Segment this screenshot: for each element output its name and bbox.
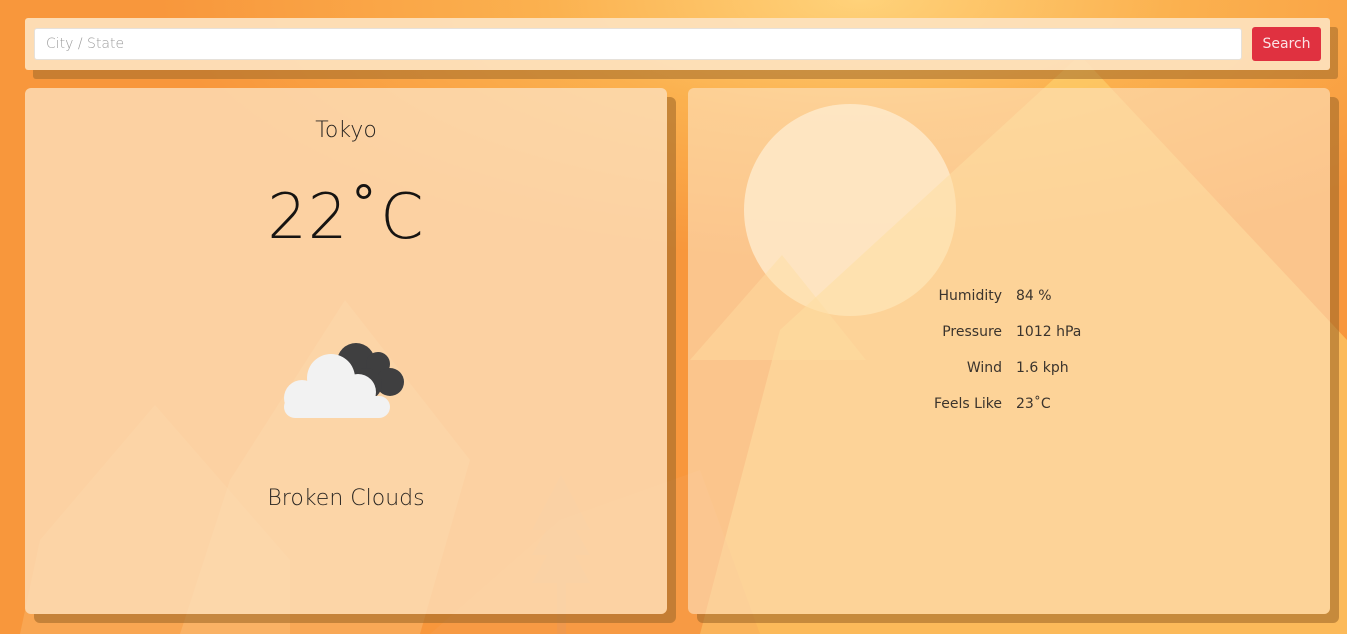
broken-clouds-icon [284, 343, 404, 418]
stat-value: 23˚C [1016, 396, 1051, 412]
stat-label: Wind [966, 360, 1002, 376]
weather-condition: Broken Clouds [267, 486, 425, 511]
city-name: Tokyo [315, 118, 377, 143]
stat-label: Feels Like [933, 396, 1002, 412]
stat-row-pressure: Pressure 1012 hPa [888, 322, 1128, 358]
temperature-readout: 22˚C [267, 180, 425, 253]
stat-value: 1.6 kph [1016, 360, 1069, 376]
weather-details-card: Humidity 84 % Pressure 1012 hPa Wind 1.6… [688, 88, 1330, 614]
stat-row-humidity: Humidity 84 % [888, 286, 1128, 322]
stat-value: 84 % [1016, 288, 1052, 304]
stat-row-feels-like: Feels Like 23˚C [888, 394, 1128, 430]
weather-app: Search Tokyo 22˚C Broken Clouds Humidity [0, 0, 1347, 634]
stat-row-wind: Wind 1.6 kph [888, 358, 1128, 394]
stat-value: 1012 hPa [1016, 324, 1082, 340]
search-input[interactable] [34, 28, 1242, 60]
weather-stats: Humidity 84 % Pressure 1012 hPa Wind 1.6… [888, 286, 1128, 430]
search-button[interactable]: Search [1252, 27, 1321, 61]
stat-label: Humidity [938, 288, 1002, 304]
search-bar: Search [25, 18, 1330, 70]
current-weather-card: Tokyo 22˚C Broken Clouds [25, 88, 667, 614]
stat-label: Pressure [942, 324, 1002, 340]
